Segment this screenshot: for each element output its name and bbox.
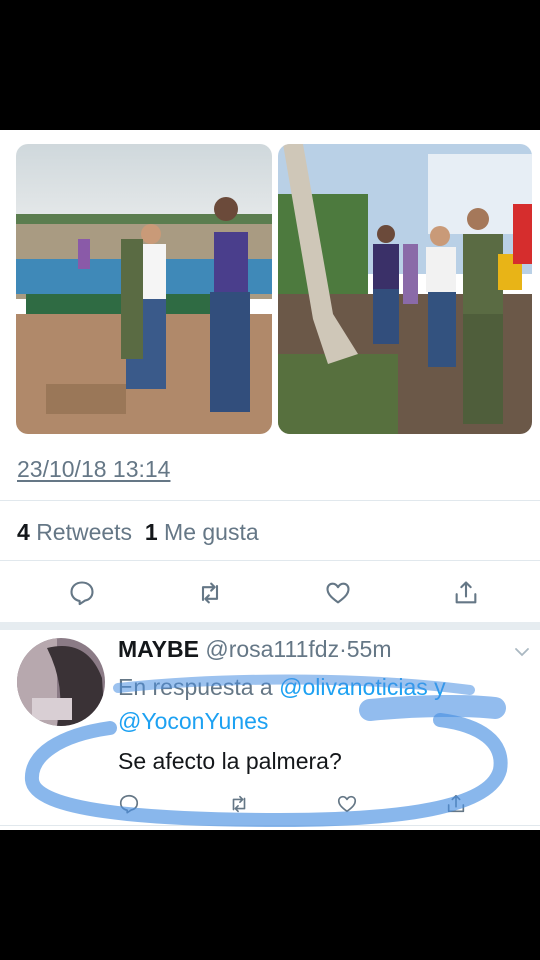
avatar[interactable]	[17, 638, 105, 726]
tweet-timestamp[interactable]: 23/10/18 13:14	[17, 456, 170, 483]
reply-separator: ·	[339, 636, 347, 662]
share-icon	[447, 794, 465, 813]
share-icon	[455, 581, 477, 604]
mention-link[interactable]: @YoconYunes	[118, 708, 268, 734]
like-label[interactable]: Me gusta	[164, 519, 259, 545]
reply-button[interactable]	[109, 784, 149, 824]
like-button[interactable]	[318, 573, 358, 613]
like-button[interactable]	[327, 784, 367, 824]
retweet-icon	[201, 582, 219, 604]
retweet-label[interactable]: Retweets	[36, 519, 132, 545]
retweet-icon	[232, 795, 246, 813]
divider	[0, 825, 540, 826]
avatar-image	[17, 638, 105, 726]
divider	[0, 500, 540, 501]
reply-button[interactable]	[62, 573, 102, 613]
heart-icon	[326, 582, 350, 604]
divider	[0, 560, 540, 561]
share-button[interactable]	[446, 573, 486, 613]
section-separator	[0, 622, 540, 630]
retweet-button[interactable]	[190, 573, 230, 613]
heart-icon	[337, 795, 357, 813]
reply-conjunction: y	[434, 674, 446, 700]
chevron-down-icon[interactable]	[512, 642, 532, 662]
photo-group-by-palm-tree	[278, 144, 532, 434]
reply-display-name[interactable]: MAYBE	[118, 636, 199, 662]
reply-time: 55m	[346, 636, 392, 662]
retweet-count[interactable]: 4	[17, 519, 30, 545]
tweet-stats: 4 Retweets 1 Me gusta	[17, 519, 259, 546]
reply-tweet-text: Se afecto la palmera?	[118, 748, 342, 774]
retweet-button[interactable]	[219, 784, 259, 824]
reply-icon	[119, 794, 139, 814]
reply-author[interactable]: MAYBE @rosa111fdz·55m	[118, 636, 392, 663]
reply-prefix: En respuesta a	[118, 674, 273, 700]
mention-link[interactable]: @olivanoticias	[279, 674, 428, 700]
tweet-screen: 23/10/18 13:14 4 Retweets 1 Me gusta MAY…	[0, 130, 540, 830]
reply-context-line2: @YoconYunes	[118, 708, 268, 735]
tweet-photo-left[interactable]	[16, 144, 272, 434]
share-button[interactable]	[436, 784, 476, 824]
reply-icon	[70, 581, 94, 606]
reply-context: En respuesta a @olivanoticias y	[118, 674, 446, 701]
like-count[interactable]: 1	[145, 519, 158, 545]
reply-handle[interactable]: @rosa111fdz	[205, 636, 339, 662]
photo-men-walking-by-boats	[16, 144, 272, 434]
tweet-photo-right[interactable]	[278, 144, 532, 434]
